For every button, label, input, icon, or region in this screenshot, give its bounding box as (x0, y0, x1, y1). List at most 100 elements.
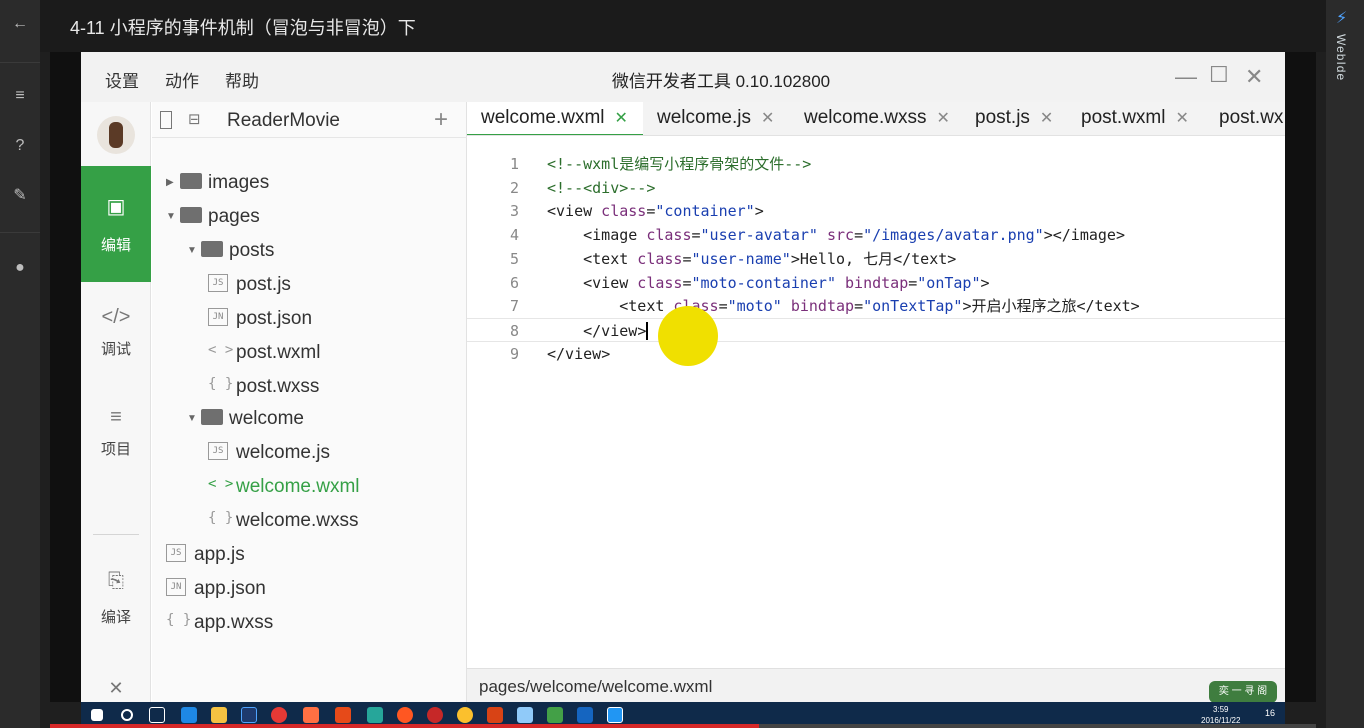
compile-icon: ⎘ (108, 570, 124, 592)
editor-tab[interactable]: post.wx (1205, 102, 1285, 135)
tree-node-label: post.js (236, 274, 291, 295)
code-line[interactable]: 9 </view> (467, 342, 1285, 366)
editor-tab[interactable]: welcome.wxml ✕ (467, 102, 643, 135)
code-line[interactable]: 4 <image class="user-avatar" src="/image… (467, 223, 1285, 247)
chrome-icon[interactable] (271, 707, 287, 723)
rail-tab-compile[interactable]: ⎘ 编译 (81, 542, 151, 642)
code-line[interactable]: 7 <text class="moto" bindtap="onTextTap"… (467, 294, 1285, 318)
app-icon[interactable] (457, 707, 473, 723)
user-avatar-icon[interactable]: ● (8, 256, 32, 280)
rail-label-debug: 调试 (100, 341, 131, 358)
window-title: 微信开发者工具 0.10.102800 (611, 72, 831, 91)
editor-tab-label: welcome.wxml (481, 107, 605, 128)
close-panel-icon[interactable]: ✕ (81, 678, 151, 699)
file-type-icon: JS (208, 441, 228, 460)
folder-icon (201, 240, 223, 257)
tree-folder[interactable]: ▼ posts (187, 240, 274, 270)
explorer-icon[interactable] (211, 707, 227, 723)
close-icon[interactable]: ✕ (1245, 64, 1263, 90)
tree-file[interactable]: < > post.wxml (208, 342, 320, 372)
close-tab-icon[interactable]: ✕ (1175, 110, 1188, 127)
editor-tab-label: post.js (975, 107, 1030, 128)
folder-icon (180, 206, 202, 223)
file-type-icon: JN (166, 577, 186, 596)
tree-node-label: welcome.js (236, 442, 330, 463)
caret-down-icon[interactable]: ▼ (166, 211, 180, 222)
app-icon[interactable] (367, 707, 383, 723)
tree-file[interactable]: JN post.json (208, 307, 312, 338)
start-icon[interactable] (91, 709, 103, 721)
rail-tab-edit[interactable]: ▣ 编辑 (81, 166, 151, 282)
file-tree-header: ⊟ ReaderMovie + (152, 102, 467, 138)
code-line[interactable]: 5 <text class="user-name">Hello, 七月</tex… (467, 247, 1285, 271)
code-text: <view class="container"> (547, 202, 764, 221)
file-view-icon[interactable] (160, 111, 172, 129)
tree-file[interactable]: JS post.js (208, 273, 291, 304)
file-type-icon: JS (208, 273, 228, 292)
minimize-icon[interactable]: — (1175, 64, 1197, 90)
rail-tab-debug[interactable]: </> 调试 (81, 282, 151, 382)
code-line[interactable]: 3 <view class="container"> (467, 199, 1285, 223)
pencil-icon[interactable]: ✎ (8, 184, 32, 208)
user-avatar[interactable] (97, 116, 135, 154)
editor-tab[interactable]: welcome.wxss ✕ (790, 102, 961, 135)
task-view-icon[interactable] (149, 707, 165, 723)
tree-file[interactable]: JN app.json (166, 577, 266, 608)
file-type-icon: { } (166, 611, 192, 628)
edge-icon[interactable] (181, 707, 197, 723)
tree-folder[interactable]: ▶ images (166, 172, 269, 202)
close-tab-icon[interactable]: ✕ (1040, 110, 1053, 127)
back-arrow-icon[interactable]: ← (8, 12, 32, 36)
tree-folder[interactable]: ▼ welcome (187, 408, 304, 438)
tree-node-label: posts (229, 240, 275, 261)
tree-file[interactable]: { } app.wxss (166, 612, 273, 642)
code-line[interactable]: 6 <view class="moto-container" bindtap="… (467, 271, 1285, 295)
close-tab-icon[interactable]: ✕ (615, 110, 628, 127)
code-window-icon: ▣ (106, 196, 126, 218)
code-line[interactable]: 2 <!--<div>--> (467, 176, 1285, 200)
tree-file[interactable]: JS welcome.js (208, 441, 330, 472)
divider (93, 534, 139, 535)
caret-right-icon[interactable]: ▶ (166, 177, 180, 188)
file-type-icon: < > (208, 341, 234, 358)
record-icon[interactable] (427, 707, 443, 723)
tree-folder[interactable]: ▼ pages (166, 206, 260, 236)
status-bar: pages/welcome/welcome.wxml 奕 一 寻 阁 (467, 668, 1285, 703)
search-icon[interactable] (121, 709, 133, 721)
tree-file[interactable]: < > welcome.wxml (208, 476, 360, 506)
video-progress-bar[interactable] (50, 724, 1316, 728)
caret-down-icon[interactable]: ▼ (187, 245, 201, 256)
clock-time: 3:59 (1212, 705, 1229, 714)
menu-lines-icon: ≡ (110, 406, 122, 428)
editor-tab[interactable]: welcome.js ✕ (643, 102, 790, 135)
close-tab-icon[interactable]: ✕ (761, 110, 774, 127)
close-tab-icon[interactable]: ✕ (936, 110, 949, 127)
code-line[interactable]: 1 <!--wxml是编写小程序骨架的文件--> (467, 152, 1285, 176)
word-icon[interactable] (577, 707, 593, 723)
left-rail: ▣ 编辑 </> 调试 ≡ 项目 ⎘ 编译 ✕ (81, 102, 151, 702)
question-icon[interactable]: ? (8, 134, 32, 158)
wechat-devtools-icon[interactable] (607, 707, 623, 723)
app-icon[interactable] (397, 707, 413, 723)
video-title: 4-11 小程序的事件机制（冒泡与非冒泡）下 (70, 18, 416, 38)
app-icon[interactable] (487, 707, 503, 723)
app-icon[interactable] (517, 707, 533, 723)
clock[interactable]: 3:59 2016/11/22 (1201, 704, 1240, 726)
tree-file[interactable]: { } welcome.wxss (208, 510, 358, 540)
tree-file[interactable]: { } post.wxss (208, 376, 319, 406)
rail-tab-project[interactable]: ≡ 项目 (81, 382, 151, 482)
powerpoint-icon[interactable] (335, 707, 351, 723)
list-icon[interactable]: ≡ (8, 84, 32, 108)
tree-file[interactable]: JS app.js (166, 543, 245, 574)
photoshop-icon[interactable] (241, 707, 257, 723)
editor-tab[interactable]: post.wxml ✕ (1067, 102, 1205, 135)
editor-tab[interactable]: post.js ✕ (961, 102, 1067, 135)
add-file-icon[interactable]: + (434, 106, 448, 134)
code-line[interactable]: 8 </view> (467, 317, 1285, 342)
app-icon[interactable] (547, 707, 563, 723)
tree-view-icon[interactable]: ⊟ (188, 110, 201, 128)
app-icon[interactable] (303, 707, 319, 723)
file-tree-panel: ⊟ ReaderMovie + ▶ images ▼ pages ▼ posts JS pos… (152, 102, 467, 702)
maximize-icon[interactable]: ☐ (1209, 62, 1229, 88)
caret-down-icon[interactable]: ▼ (187, 413, 201, 424)
